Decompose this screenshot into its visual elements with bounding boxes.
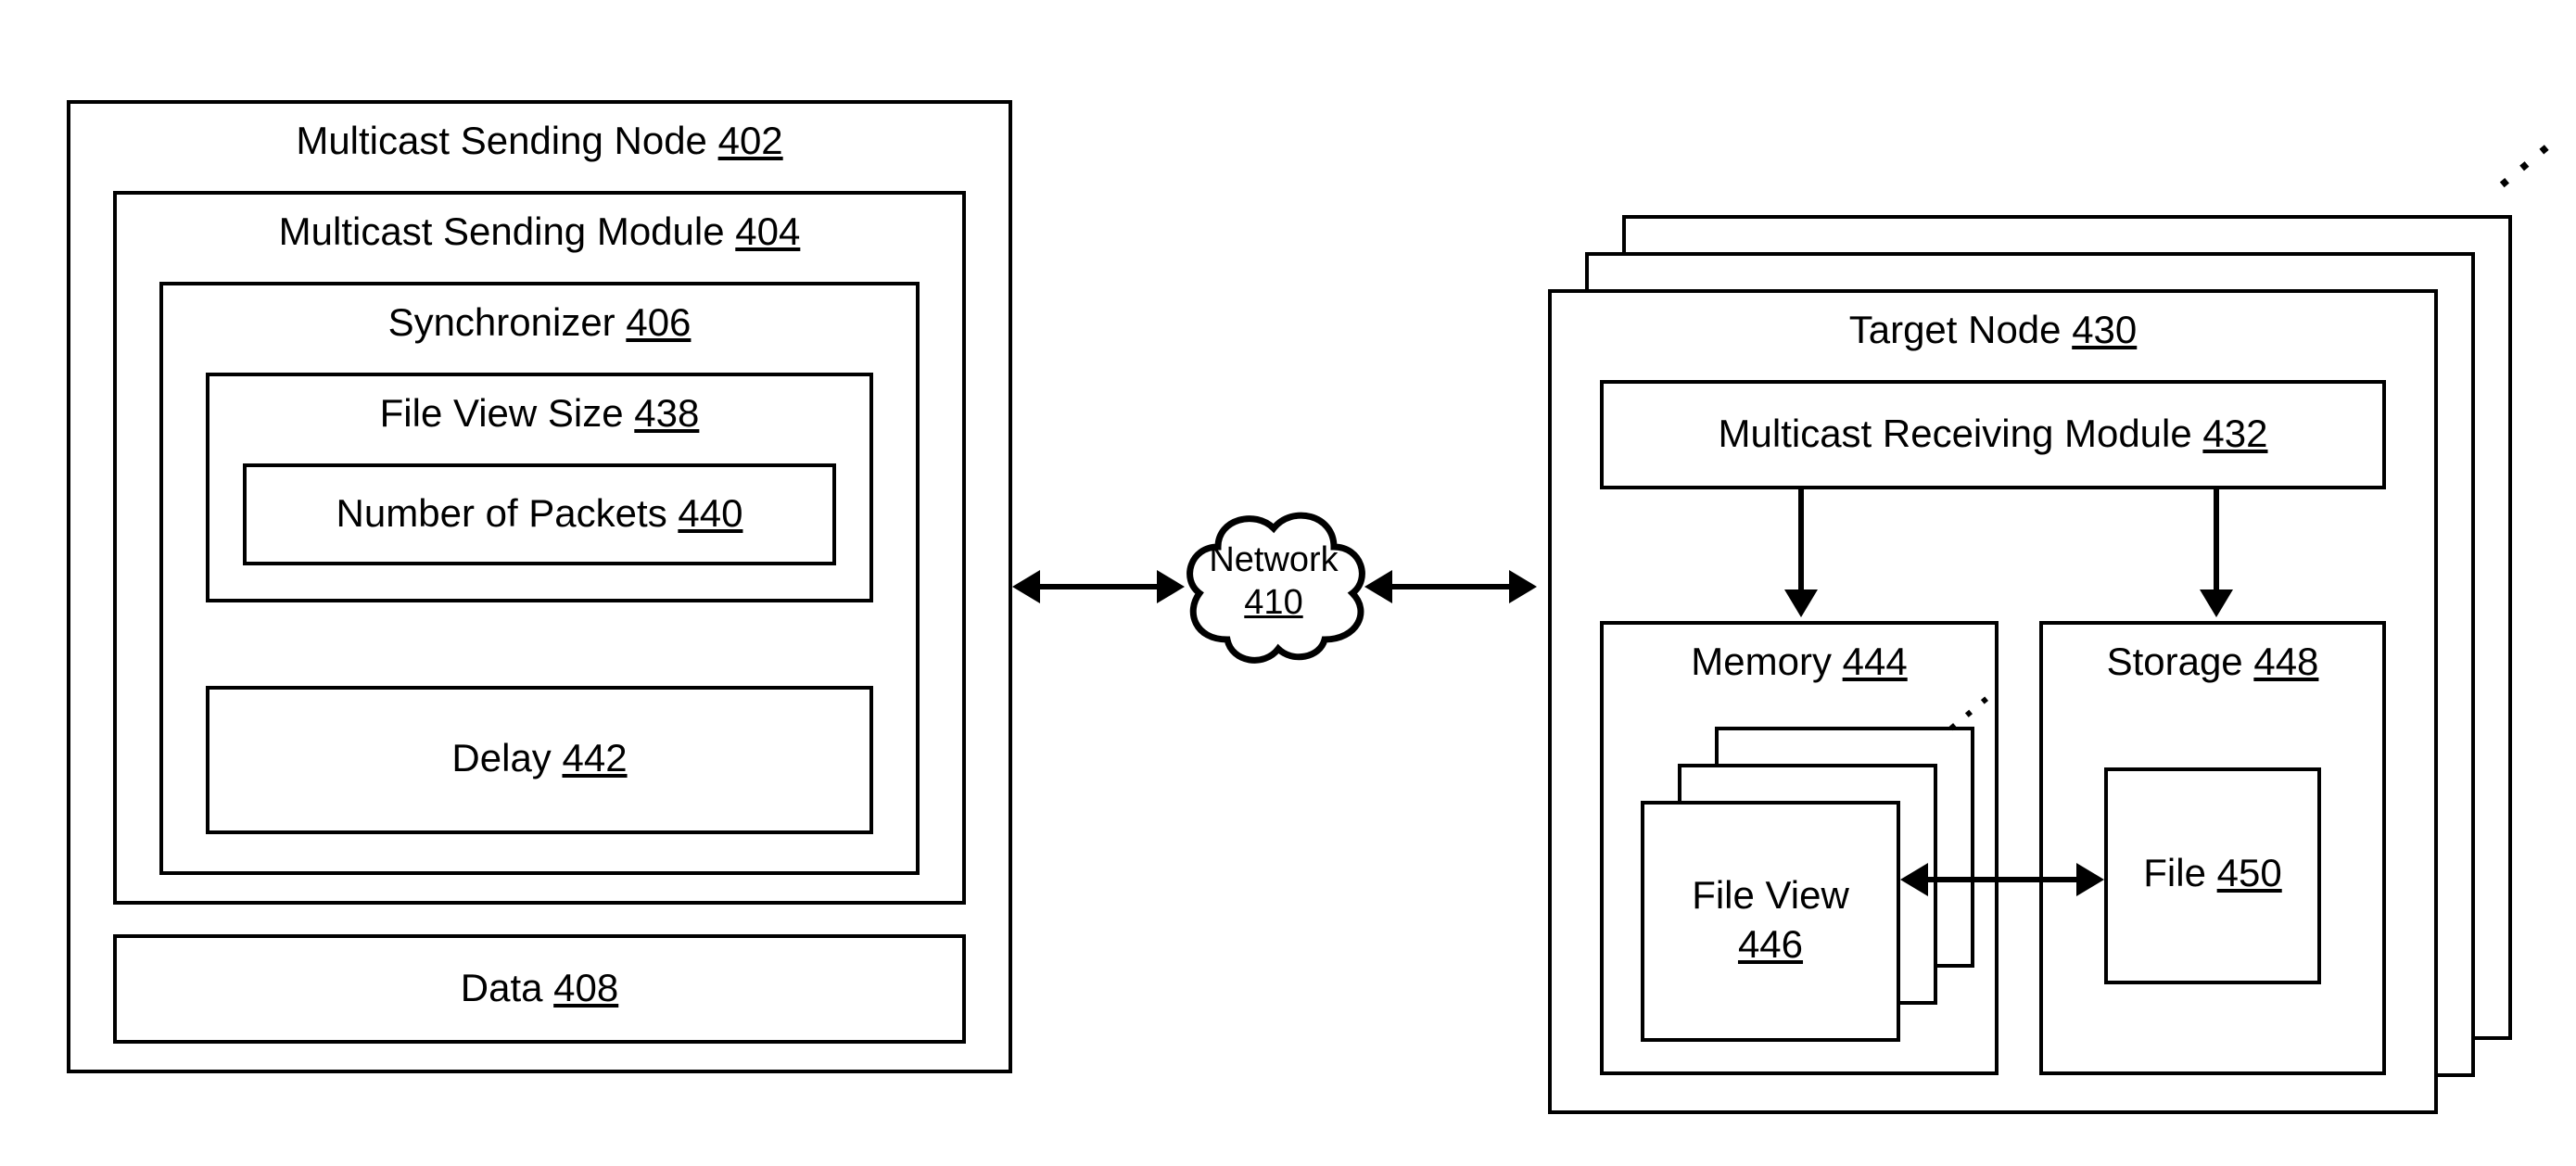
file-view-size-label: File View Size 438 [206, 391, 873, 436]
file-ref: 450 [2217, 851, 2282, 894]
num-packets-ref: 440 [678, 491, 742, 535]
memory-label: Memory 444 [1600, 640, 1999, 684]
file-view-label: File View 446 [1641, 871, 1900, 969]
arrow-to-storage-head [2200, 589, 2233, 617]
data-ref: 408 [553, 966, 618, 1009]
delay-label: Delay 442 [206, 736, 873, 780]
synchronizer-ref: 406 [626, 300, 691, 344]
arrow-sender-network-head-l [1012, 570, 1040, 603]
target-node-label: Target Node 430 [1548, 308, 2438, 352]
sending-node-label: Multicast Sending Node 402 [67, 119, 1012, 163]
num-packets-label: Number of Packets 440 [243, 491, 836, 536]
receiving-module-text: Multicast Receiving Module [1719, 412, 2192, 455]
num-packets-text: Number of Packets [336, 491, 667, 535]
delay-text: Delay [451, 736, 551, 779]
arrow-fileview-file-head-l [1900, 863, 1928, 896]
data-text: Data [461, 966, 543, 1009]
network-text: Network [1209, 540, 1338, 579]
file-view-size-ref: 438 [634, 391, 699, 435]
sending-module-ref: 404 [735, 209, 800, 253]
arrow-to-storage [2214, 489, 2219, 591]
storage-text: Storage [2107, 640, 2243, 683]
arrow-sender-network-head-r [1157, 570, 1185, 603]
arrow-network-target [1390, 584, 1511, 589]
target-node-text: Target Node [1849, 308, 2062, 351]
memory-text: Memory [1691, 640, 1832, 683]
file-label: File 450 [2104, 851, 2321, 895]
data-label: Data 408 [113, 966, 966, 1010]
arrow-sender-network [1038, 584, 1159, 589]
synchronizer-label: Synchronizer 406 [159, 300, 920, 345]
arrow-network-target-head-l [1364, 570, 1392, 603]
file-view-ref: 446 [1738, 922, 1803, 966]
sending-module-text: Multicast Sending Module [279, 209, 725, 253]
network-label: Network 410 [1172, 539, 1376, 624]
arrow-to-memory-head [1784, 589, 1818, 617]
receiving-module-ref: 432 [2202, 412, 2267, 455]
sending-module-label: Multicast Sending Module 404 [113, 209, 966, 254]
file-view-text: File View [1692, 873, 1849, 917]
arrow-fileview-file-head-r [2076, 863, 2104, 896]
file-text: File [2143, 851, 2206, 894]
network-ref: 410 [1244, 583, 1302, 622]
memory-ref: 444 [1843, 640, 1908, 683]
receiving-module-label: Multicast Receiving Module 432 [1600, 412, 2386, 456]
storage-label: Storage 448 [2039, 640, 2386, 684]
target-node-ref: 430 [2072, 308, 2137, 351]
sending-node-text: Multicast Sending Node [296, 119, 707, 162]
delay-ref: 442 [562, 736, 627, 779]
storage-ref: 448 [2253, 640, 2318, 683]
file-view-size-text: File View Size [380, 391, 624, 435]
target-stack-dots: . . . [2474, 115, 2557, 197]
arrow-fileview-file [1926, 877, 2078, 882]
arrow-to-memory [1798, 489, 1804, 591]
arrow-network-target-head-r [1509, 570, 1537, 603]
synchronizer-text: Synchronizer [388, 300, 615, 344]
sending-node-ref: 402 [718, 119, 783, 162]
